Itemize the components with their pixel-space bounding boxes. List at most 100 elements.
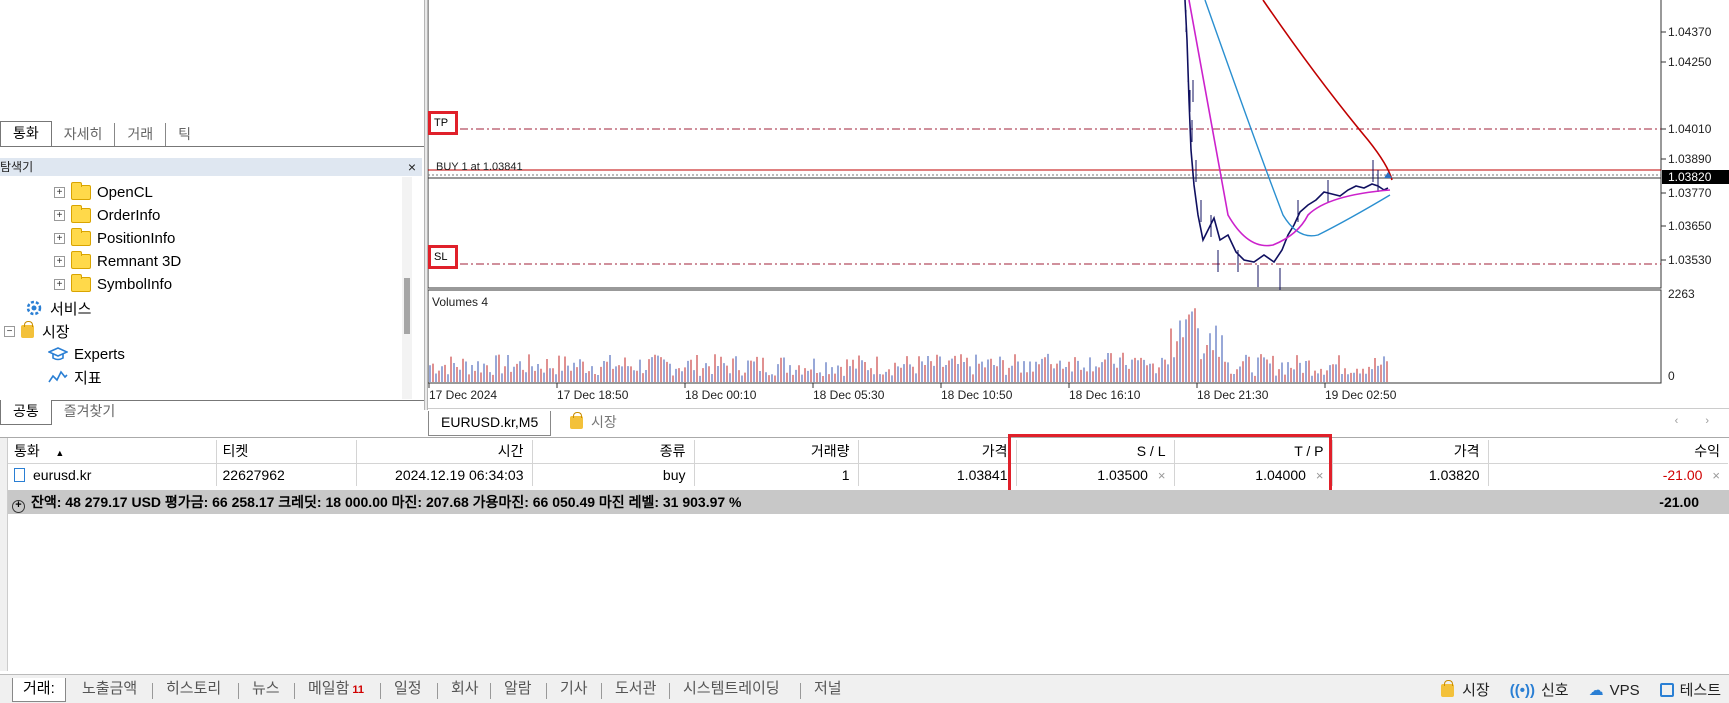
tree-item-symbolinfo[interactable]: + SymbolInfo (54, 273, 172, 295)
volume-tick-label: 2263 (1668, 287, 1695, 301)
tab-history[interactable]: 히스토리 (156, 678, 231, 702)
time-tick-label: 19 Dec 02:50 (1325, 388, 1397, 402)
tab-ticks[interactable]: 틱 (165, 123, 203, 147)
tab-separator (152, 683, 153, 699)
time-tick-label: 17 Dec 18:50 (557, 388, 629, 402)
status-vps[interactable]: ☁ VPS (1589, 681, 1640, 699)
tab-journal[interactable]: 저널 (804, 678, 852, 702)
tree-item-experts[interactable]: Experts (48, 343, 125, 365)
trade-table: 통화 ▲ 티켓 시간 종류 거래량 가격 S / L T / P 가격 수익 e… (8, 440, 1728, 486)
tab-chart-market-label: 시장 (591, 414, 617, 430)
tree-item-label: OrderInfo (97, 206, 161, 224)
tree-item-services[interactable]: 서비스 (24, 297, 91, 319)
expand-icon[interactable]: + (54, 255, 65, 267)
close-position-icon[interactable]: × (1712, 468, 1720, 483)
price-tick-label: 1.03650 (1668, 219, 1712, 233)
remove-sl-icon[interactable]: × (1158, 468, 1166, 483)
col-time[interactable]: 시간 (356, 440, 533, 464)
folder-icon (71, 204, 91, 223)
volume-bars (429, 308, 1388, 382)
tree-item-label: OpenCL (97, 183, 153, 201)
sl-label[interactable]: SL (428, 245, 458, 269)
tab-company[interactable]: 회사 (441, 678, 489, 702)
tab-alerts[interactable]: 알람 (494, 678, 542, 702)
status-signals[interactable]: ((•)) 신호 (1510, 679, 1569, 700)
cell-sl[interactable]: 1.03500 × (1016, 463, 1175, 486)
shopping-bag-icon (570, 412, 583, 429)
col-profit[interactable]: 수익 (1488, 440, 1728, 464)
toolbox-side-strip (0, 438, 8, 671)
cell-type: buy (532, 463, 695, 486)
tab-separator (437, 683, 438, 699)
tab-mailbox[interactable]: 메일함 11 (298, 678, 374, 702)
time-tick-label: 17 Dec 2024 (429, 388, 497, 402)
moving-average-red (1262, 0, 1393, 181)
status-market[interactable]: 시장 (1441, 679, 1490, 700)
account-summary-text: 잔액: 48 279.17 USD 평가금: 66 258.17 크레딧: 18… (31, 494, 742, 510)
tab-calendar[interactable]: 일정 (384, 678, 432, 702)
navigator-title-bar: 탐색기 × (0, 158, 422, 176)
expand-icon[interactable]: + (54, 186, 65, 198)
expand-circle-icon[interactable]: + (12, 500, 25, 513)
table-row[interactable]: eurusd.kr 22627962 2024.12.19 06:34:03 b… (8, 463, 1728, 486)
indicator-wave-icon (48, 370, 68, 383)
price-chart[interactable]: 1.04370 1.04250 1.04010 1.03890 1.03770 1.036… (428, 0, 1729, 406)
col-sl[interactable]: S / L (1016, 440, 1175, 464)
col-current-price[interactable]: 가격 (1332, 440, 1489, 464)
folder-icon (71, 227, 91, 246)
status-tester[interactable]: 테스트 (1659, 679, 1721, 700)
price-series (1184, 0, 1393, 290)
expand-icon[interactable]: + (54, 278, 65, 290)
tree-item-opencl[interactable]: + OpenCL (54, 181, 153, 203)
tab-favorites[interactable]: 즐겨찾기 (52, 400, 128, 424)
tp-label[interactable]: TP (428, 111, 458, 135)
tab-details[interactable]: 자세히 (52, 123, 115, 147)
remove-tp-icon[interactable]: × (1316, 468, 1324, 483)
navigator-scrollbar-thumb[interactable] (404, 278, 410, 334)
time-axis: 17 Dec 2024 17 Dec 18:50 18 Dec 00:10 18 De… (428, 383, 1397, 402)
terminal-tab-bar: 거래: 노출금액 히스토리 뉴스 메일함 11 일정 회사 알람 기사 도서관 시… (0, 674, 1729, 703)
cloud-icon: ☁ (1588, 681, 1604, 699)
tab-news[interactable]: 뉴스 (242, 678, 290, 702)
col-type[interactable]: 종류 (532, 440, 695, 464)
col-volume[interactable]: 거래량 (694, 440, 859, 464)
document-icon (14, 467, 25, 482)
price-tick-label: 1.03890 (1668, 152, 1712, 166)
tab-articles[interactable]: 기사 (550, 678, 598, 702)
tree-item-market[interactable]: − 시장 (4, 320, 70, 342)
sort-ascending-icon: ▲ (55, 448, 65, 459)
tree-item-positioninfo[interactable]: + PositionInfo (54, 227, 175, 249)
close-icon[interactable]: × (408, 158, 416, 176)
tree-item-label: PositionInfo (97, 229, 176, 247)
tab-library[interactable]: 도서관 (605, 678, 666, 702)
price-tick-label: 1.04370 (1668, 25, 1712, 39)
gear-icon (26, 300, 42, 316)
col-ticket[interactable]: 티켓 (216, 440, 357, 464)
chart-canvas[interactable]: 1.04370 1.04250 1.04010 1.03890 1.03770 1.036… (428, 0, 1729, 406)
tree-item-label: 시장 (42, 323, 70, 341)
tree-item-indicators[interactable]: 지표 (48, 366, 102, 388)
tab-symbols[interactable]: 통화 (0, 121, 52, 147)
tree-item-remnant-3d[interactable]: + Remnant 3D (54, 250, 181, 272)
chart-tab-scroll-arrows[interactable]: ‹ › (1675, 415, 1721, 427)
account-summary-row: + 잔액: 48 279.17 USD 평가금: 66 258.17 크레딧: 1… (8, 490, 1729, 514)
tab-separator (669, 683, 670, 699)
tree-item-orderinfo[interactable]: + OrderInfo (54, 204, 160, 226)
expand-icon[interactable]: + (54, 232, 65, 244)
col-symbol[interactable]: 통화 ▲ (8, 440, 217, 464)
tab-common[interactable]: 공통 (0, 400, 52, 425)
tab-exposure[interactable]: 노출금액 (72, 678, 147, 702)
expand-icon[interactable]: + (54, 209, 65, 221)
tab-chart-eurusd[interactable]: EURUSD.kr,M5 (428, 411, 552, 436)
tab-trading[interactable]: 거래 (114, 123, 165, 147)
col-tp[interactable]: T / P (1174, 440, 1333, 464)
time-tick-label: 18 Dec 00:10 (685, 388, 757, 402)
cell-tp[interactable]: 1.04000 × (1174, 463, 1333, 486)
tab-trading-systems[interactable]: 시스템트레이딩 (673, 678, 790, 702)
tab-trade[interactable]: 거래: (12, 678, 66, 702)
collapse-icon[interactable]: − (4, 325, 15, 337)
time-tick-label: 18 Dec 16:10 (1069, 388, 1141, 402)
tab-chart-market[interactable]: 시장 (558, 411, 629, 436)
tree-item-label: SymbolInfo (97, 275, 173, 293)
col-open-price[interactable]: 가격 (858, 440, 1017, 464)
